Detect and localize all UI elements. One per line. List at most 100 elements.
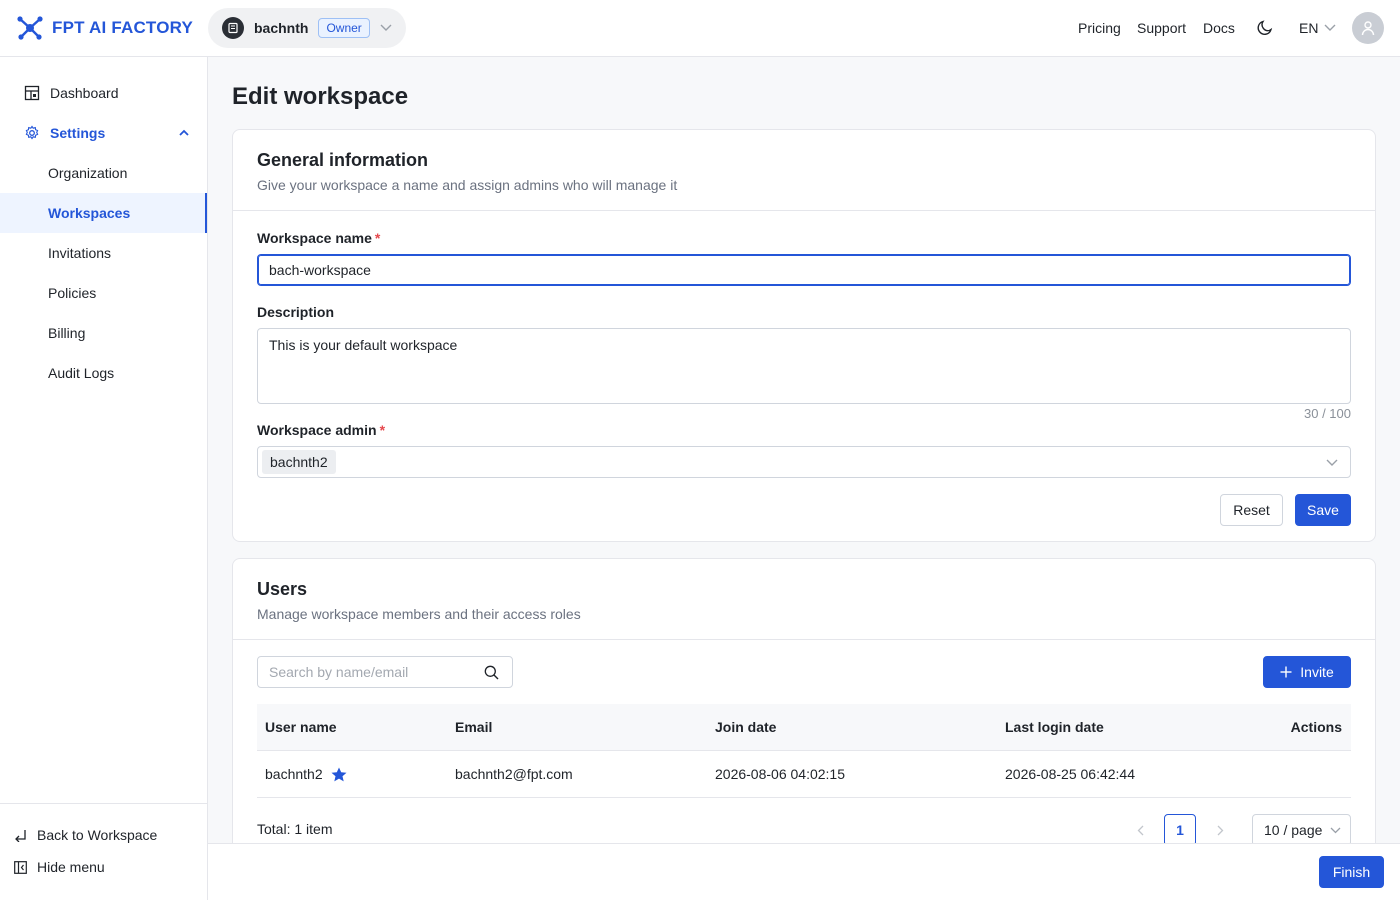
collapse-menu-icon: [14, 860, 27, 874]
user-icon: [1361, 21, 1375, 36]
sidebar-item-label: Policies: [48, 285, 97, 301]
general-information-card: General information Give your workspace …: [232, 129, 1376, 542]
chevron-down-icon: [380, 24, 392, 31]
column-last-login-date: Last login date: [1005, 719, 1104, 735]
chevron-left-icon: [1137, 825, 1143, 835]
dark-mode-toggle[interactable]: [1257, 19, 1274, 39]
dashboard-icon: [24, 85, 40, 101]
user-search[interactable]: [257, 656, 513, 688]
required-mark: *: [379, 422, 386, 438]
finish-button[interactable]: Finish: [1319, 856, 1384, 888]
sidebar: Dashboard Settings Organization Workspac…: [0, 57, 208, 900]
chevron-down-icon: [1324, 24, 1336, 31]
table-header: User name Email Join date Last login dat…: [257, 704, 1351, 751]
return-arrow-icon: [15, 829, 26, 842]
page-size-label: 10 / page: [1264, 822, 1323, 838]
sidebar-item-billing[interactable]: Billing: [0, 313, 207, 353]
hide-menu-label: Hide menu: [37, 859, 105, 875]
top-header: FPT AI FACTORY bachnth Owner Pricing Sup…: [0, 0, 1400, 57]
card-title: General information: [257, 150, 429, 170]
card-header: Users Manage workspace members and their…: [233, 559, 1375, 640]
column-actions: Actions: [1290, 719, 1342, 735]
column-email: Email: [455, 719, 493, 735]
sidebar-item-workspaces[interactable]: Workspaces: [0, 193, 207, 233]
column-join-date: Join date: [715, 719, 777, 735]
users-table: User name Email Join date Last login dat…: [257, 704, 1351, 798]
plus-icon: [1280, 666, 1292, 678]
back-to-workspace-button[interactable]: Back to Workspace: [14, 827, 157, 843]
workspace-admin-label-text: Workspace admin: [257, 422, 377, 438]
network-logo-icon: [17, 16, 43, 40]
description-textarea[interactable]: This is your default workspace: [257, 328, 1351, 404]
workspace-admin-select[interactable]: bachnth2: [257, 446, 1351, 478]
docs-link[interactable]: Docs: [1203, 20, 1235, 36]
sidebar-item-settings[interactable]: Settings: [0, 113, 207, 153]
sidebar-item-dashboard[interactable]: Dashboard: [0, 73, 207, 113]
invite-label: Invite: [1300, 664, 1334, 680]
chevron-down-icon: [1326, 459, 1338, 466]
moon-icon: [1257, 20, 1273, 35]
workspace-name-label-text: Workspace name: [257, 230, 372, 246]
sidebar-item-organization[interactable]: Organization: [0, 153, 207, 193]
table-row[interactable]: bachnth2 bachnth2@fpt.com 2026-08-06 04:…: [257, 751, 1351, 798]
card-header: General information Give your workspace …: [233, 130, 1375, 211]
users-card: Users Manage workspace members and their…: [232, 558, 1376, 843]
card-title: Users: [257, 579, 308, 599]
workspace-switcher-name: bachnth: [254, 20, 309, 36]
card-subtitle: Give your workspace a name and assign ad…: [257, 177, 678, 193]
role-badge: Owner: [318, 18, 370, 38]
workspace-name-label: Workspace name *: [257, 230, 380, 246]
sidebar-footer: Back to Workspace Hide menu: [0, 803, 207, 900]
column-user-name: User name: [265, 719, 337, 735]
sidebar-item-label: Audit Logs: [48, 365, 115, 381]
invite-button[interactable]: Invite: [1263, 656, 1351, 688]
sidebar-item-label: Invitations: [48, 245, 112, 261]
sidebar-item-audit-logs[interactable]: Audit Logs: [0, 353, 207, 393]
user-name-text: bachnth2: [265, 766, 323, 782]
sidebar-item-label: Workspaces: [48, 205, 131, 221]
pricing-link[interactable]: Pricing: [1078, 20, 1121, 36]
required-mark: *: [374, 230, 381, 246]
description-label: Description: [257, 304, 335, 320]
brand-logo[interactable]: FPT AI FACTORY: [16, 15, 193, 41]
join-date-cell: 2026-08-06 04:02:15: [715, 766, 845, 782]
prev-page-button[interactable]: [1124, 814, 1156, 843]
admin-tag[interactable]: bachnth2: [262, 450, 336, 474]
user-name-cell: bachnth2: [265, 766, 347, 782]
character-counter: 30 / 100: [1304, 406, 1351, 421]
sidebar-item-label: Organization: [48, 165, 128, 181]
page-size-select[interactable]: 10 / page: [1252, 814, 1351, 843]
sidebar-item-label: Dashboard: [50, 85, 119, 101]
page-button-1[interactable]: 1: [1164, 814, 1196, 843]
sidebar-item-policies[interactable]: Policies: [0, 273, 207, 313]
page-title: Edit workspace: [232, 83, 409, 110]
email-cell: bachnth2@fpt.com: [455, 766, 573, 782]
workspace-switcher[interactable]: bachnth Owner: [208, 8, 406, 48]
sidebar-item-invitations[interactable]: Invitations: [0, 233, 207, 273]
reset-button[interactable]: Reset: [1220, 494, 1283, 526]
hide-menu-button[interactable]: Hide menu: [14, 859, 105, 875]
chevron-up-icon: [179, 129, 189, 136]
support-link[interactable]: Support: [1137, 20, 1186, 36]
gear-icon: [25, 125, 39, 140]
save-button[interactable]: Save: [1295, 494, 1351, 526]
chevron-right-icon: [1217, 825, 1223, 835]
sidebar-item-label: Settings: [50, 125, 106, 141]
brand-name: FPT AI FACTORY: [52, 18, 194, 37]
language-label: EN: [1299, 20, 1319, 36]
search-icon[interactable]: [484, 665, 499, 680]
workspace-name-input[interactable]: [257, 254, 1351, 286]
workspace-avatar-icon: [222, 17, 244, 39]
language-select[interactable]: EN: [1299, 20, 1336, 36]
sidebar-item-label: Billing: [48, 325, 86, 341]
star-icon: [331, 767, 347, 781]
search-input[interactable]: [258, 657, 478, 687]
next-page-button[interactable]: [1204, 814, 1236, 843]
last-login-date-cell: 2026-08-25 06:42:44: [1005, 766, 1135, 782]
back-to-workspace-label: Back to Workspace: [37, 827, 158, 843]
chevron-down-icon: [1330, 827, 1341, 833]
workspace-admin-label: Workspace admin *: [257, 422, 385, 438]
card-subtitle: Manage workspace members and their acces…: [257, 606, 581, 622]
main-content: Edit workspace General information Give …: [208, 57, 1400, 843]
user-avatar[interactable]: [1352, 12, 1384, 44]
